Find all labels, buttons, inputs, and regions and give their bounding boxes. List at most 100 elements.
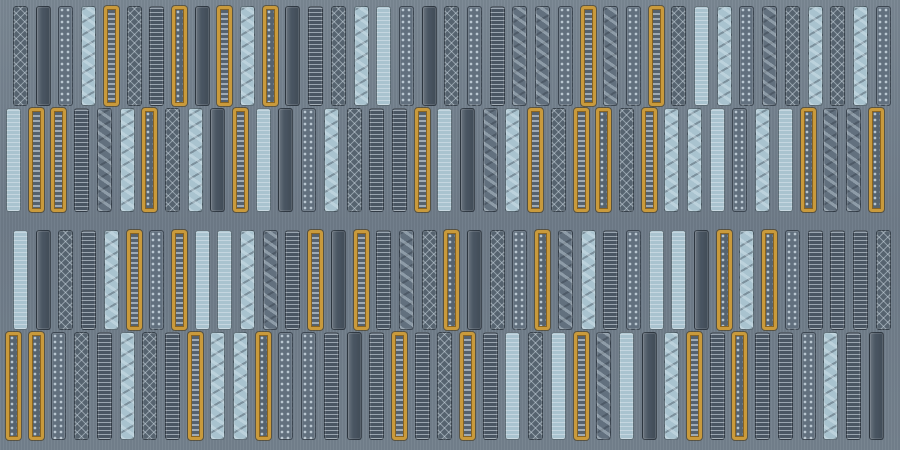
tile-stripe (142, 332, 158, 440)
tile-stripe (528, 332, 544, 440)
tile-stripe (81, 6, 97, 106)
tile-stripe (716, 6, 732, 106)
tile-stripe (353, 230, 369, 330)
tile-stripe (709, 332, 725, 440)
stripe-field (0, 0, 900, 450)
tile-stripe (460, 108, 475, 212)
tile-stripe (807, 230, 823, 330)
tile-stripe (664, 108, 680, 212)
tile-stripe (664, 332, 680, 440)
tile-stripe (777, 108, 793, 212)
tile-stripe (648, 6, 664, 106)
tile-stripe (240, 230, 255, 330)
tile-stripe (330, 6, 346, 106)
tile-stripe (96, 332, 112, 440)
tile-stripe (830, 230, 846, 330)
tile-stripe (187, 332, 203, 440)
tile-stripe (217, 230, 233, 330)
tile-stripe (845, 108, 861, 212)
tile-stripe (550, 108, 566, 212)
tile-stripe (398, 6, 414, 106)
tile-stripe (868, 332, 884, 440)
tile-stripe (255, 332, 271, 440)
tile-stripe (376, 230, 392, 330)
tile-stripe (535, 230, 551, 330)
tile-stripe (376, 6, 392, 106)
tile-stripe (709, 108, 725, 212)
tile-stripe (603, 230, 619, 330)
tile-stripe (301, 108, 317, 212)
tile-stripe (28, 108, 44, 212)
tile-stripe (687, 108, 702, 212)
tile-stripe (346, 332, 362, 440)
tile-stripe (353, 6, 369, 106)
tile-stripe (489, 230, 505, 330)
tile-stripe (444, 230, 460, 330)
tile-stripe (369, 108, 385, 212)
tile-stripe (625, 6, 641, 106)
tile-stripe (414, 332, 430, 440)
tile-stripe (755, 332, 771, 440)
tile-stripe (875, 6, 891, 106)
tile-stripe (807, 6, 823, 106)
tile-stripe (164, 108, 180, 212)
tile-stripe (187, 108, 203, 212)
tile-stripe (823, 108, 839, 212)
tile-stripe (762, 6, 778, 106)
tile-stripe (800, 332, 816, 440)
tile-stripe (194, 6, 210, 106)
tile-stripe (482, 108, 498, 212)
tile-stripe (580, 230, 596, 330)
tile-stripe (467, 6, 482, 106)
tile-stripe (285, 6, 301, 106)
tile-surface (0, 0, 900, 450)
tile-stripe (505, 332, 521, 440)
tile-stripe (301, 332, 317, 440)
tile-stripe (126, 6, 142, 106)
tile-stripe (694, 230, 709, 330)
tile-stripe (58, 230, 74, 330)
tile-stripe (391, 108, 407, 212)
tile-stripe (35, 6, 51, 106)
tile-stripe (217, 6, 233, 106)
tile-stripe (74, 108, 90, 212)
tile-stripe (580, 6, 596, 106)
tile-stripe (103, 6, 119, 106)
tile-stripe (671, 230, 687, 330)
tile-stripe (13, 6, 28, 106)
tile-stripe (119, 108, 135, 212)
tile-stripe (210, 108, 226, 212)
tile-stripe (74, 332, 90, 440)
tile-stripe (852, 230, 868, 330)
tile-stripe (732, 332, 748, 440)
tile-stripe (308, 6, 324, 106)
tile-stripe (103, 230, 119, 330)
tile-stripe (323, 332, 339, 440)
tile-stripe (739, 230, 755, 330)
tile-stripe (800, 108, 816, 212)
tile-stripe (96, 108, 112, 212)
tile-stripe (330, 230, 346, 330)
tile-stripe (845, 332, 861, 440)
tile-stripe (603, 6, 619, 106)
tile-stripe (369, 332, 385, 440)
tile-stripe (489, 6, 505, 106)
tile-stripe (641, 332, 657, 440)
tile-stripe (194, 230, 210, 330)
tile-stripe (573, 332, 589, 440)
tile-stripe (126, 230, 142, 330)
tile-stripe (171, 230, 187, 330)
tile-stripe (482, 332, 498, 440)
tile-stripe (233, 108, 248, 212)
tile-stripe (240, 6, 255, 106)
tile-stripe (512, 230, 528, 330)
tile-stripe (233, 332, 248, 440)
tile-stripe (875, 230, 891, 330)
tile-stripe (648, 230, 664, 330)
tile-stripe (421, 230, 437, 330)
tile-stripe (323, 108, 339, 212)
tile-stripe (35, 230, 51, 330)
tile-stripe (512, 6, 528, 106)
tile-stripe (13, 230, 28, 330)
tile-stripe (784, 6, 800, 106)
